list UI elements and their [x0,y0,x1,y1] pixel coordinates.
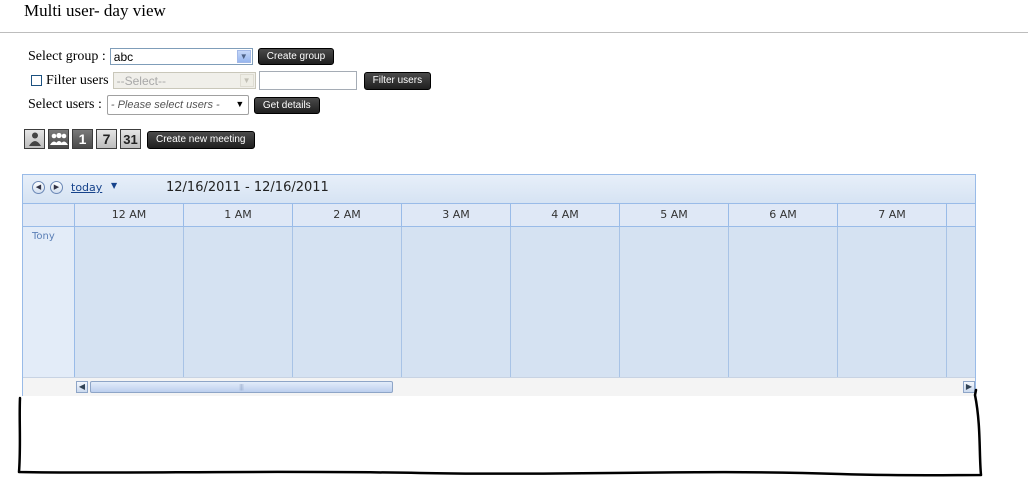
multi-user-view-icon[interactable] [48,129,69,149]
today-dropdown-icon[interactable]: ▼ [111,181,117,190]
hour-header-cell [947,204,975,227]
user-name: Tony [32,231,55,242]
week-view-icon[interactable]: 7 [96,129,117,149]
time-slot[interactable] [75,227,184,377]
time-slot[interactable] [729,227,838,377]
hour-header-cell: 1 AM [184,204,293,227]
grid-corner [23,204,75,227]
filter-users-row: Filter users --Select-- ▼ Filter users [31,71,432,90]
hour-header-cell: 4 AM [511,204,620,227]
user-column: Tony [23,227,75,377]
scheduler-toolbar: ◀ ▶ today ▼ 12/16/2011 - 12/16/2011 [23,175,975,204]
today-link[interactable]: today [71,181,102,194]
filter-select-value: --Select-- [116,74,166,88]
hour-header-cell: 7 AM [838,204,947,227]
group-select[interactable]: abc ▼ [109,48,253,65]
group-select-value: abc [113,50,134,64]
select-users-label: Select users : [28,97,102,112]
page-title: Multi user- day view [24,1,166,20]
filter-users-label: Filter users [46,72,109,88]
users-select-value: - Please select users - [110,99,220,111]
time-slot[interactable] [402,227,511,377]
users-multiselect[interactable]: - Please select users - ▼ [106,95,249,115]
time-slots [75,227,975,377]
chevron-down-icon: ▼ [235,99,245,109]
create-new-meeting-button[interactable]: Create new meeting [147,131,255,149]
filter-users-select[interactable]: --Select-- ▼ [112,72,256,89]
scroll-left-icon[interactable]: ◀ [76,381,88,393]
chevron-down-icon: ▼ [239,74,254,87]
hour-header-cell: 3 AM [402,204,511,227]
single-user-view-icon[interactable] [24,129,45,149]
scroll-right-icon[interactable]: ▶ [963,381,975,393]
hour-header-cell: 12 AM [75,204,184,227]
select-group-label: Select group : [28,48,106,64]
date-range: 12/16/2011 - 12/16/2011 [166,180,329,195]
create-group-button[interactable]: Create group [257,48,335,65]
previous-icon[interactable]: ◀ [32,181,45,194]
filter-users-text[interactable] [258,71,357,90]
time-slot[interactable] [620,227,729,377]
scrollbar-thumb[interactable]: ||| [90,381,393,393]
timeline-grid: 12 AM 1 AM 2 AM 3 AM 4 AM 5 AM 6 AM 7 AM… [23,204,975,377]
time-slot[interactable] [511,227,620,377]
time-slot[interactable] [838,227,947,377]
time-slot[interactable] [184,227,293,377]
horizontal-scrollbar[interactable]: ◀ ||| ▶ [23,377,975,396]
hour-header-cell: 2 AM [293,204,402,227]
view-switcher: 1 7 31 Create new meeting [24,129,255,149]
select-group-row: Select group : abc ▼ Create group [28,48,335,65]
chevron-down-icon: ▼ [236,50,251,63]
time-slot[interactable] [947,227,975,377]
get-details-button[interactable]: Get details [253,96,320,114]
hour-header: 12 AM 1 AM 2 AM 3 AM 4 AM 5 AM 6 AM 7 AM [75,204,975,227]
day-view-icon[interactable]: 1 [72,129,93,149]
month-view-icon[interactable]: 31 [120,129,141,149]
next-icon[interactable]: ▶ [50,181,63,194]
filter-users-button[interactable]: Filter users [363,71,432,90]
select-users-row: Select users : - Please select users - ▼… [28,95,320,115]
time-slot[interactable] [293,227,402,377]
hour-header-cell: 5 AM [620,204,729,227]
filter-users-checkbox[interactable] [31,75,42,86]
hour-header-cell: 6 AM [729,204,838,227]
title-divider [0,32,1028,33]
scheduler: ◀ ▶ today ▼ 12/16/2011 - 12/16/2011 12 A… [22,174,976,396]
